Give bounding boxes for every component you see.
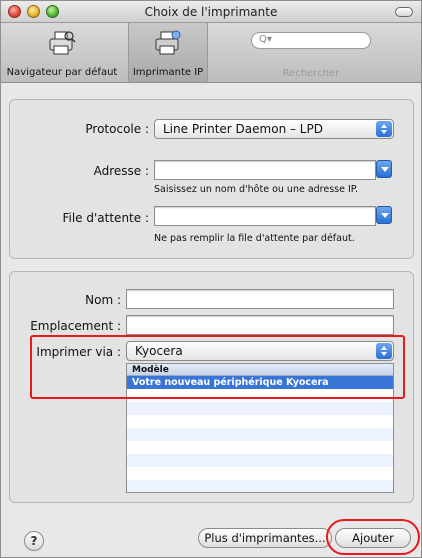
address-label: Adresse : [93, 164, 149, 178]
network-printer-icon [153, 30, 183, 56]
queue-field[interactable] [154, 206, 376, 226]
default-browser-label: Navigateur par défaut [6, 67, 118, 78]
search-icon: Q▾ [259, 34, 272, 45]
list-row-empty [127, 402, 393, 415]
location-label: Emplacement : [30, 319, 121, 333]
search-label: Rechercher [282, 68, 340, 79]
location-field[interactable] [126, 315, 394, 335]
toolbar: Navigateur par défaut Imprimante IP Q▾ R… [1, 23, 421, 83]
list-row-empty [127, 467, 393, 480]
list-row-empty [127, 480, 393, 492]
default-browser-tab[interactable]: Navigateur par défaut [3, 23, 121, 82]
title-bar: Choix de l'imprimante [1, 1, 421, 23]
protocol-value: Line Printer Daemon – LPD [163, 122, 323, 136]
window-title: Choix de l'imprimante [144, 5, 278, 19]
queue-history-button[interactable] [376, 206, 392, 224]
ip-printer-tab[interactable]: Imprimante IP [128, 23, 208, 82]
protocol-label: Protocole : [85, 122, 149, 136]
more-printers-button[interactable]: Plus d'imprimantes... [198, 528, 332, 548]
protocol-popup[interactable]: Line Printer Daemon – LPD [154, 119, 394, 139]
toolbar-toggle-button[interactable] [395, 7, 413, 17]
printer-browser-window: Choix de l'imprimante Navigateur par déf… [0, 0, 422, 558]
search-input[interactable]: Q▾ [251, 32, 371, 49]
help-button[interactable]: ? [24, 531, 44, 551]
highlight-print-using-box [30, 335, 405, 399]
list-row-empty [127, 428, 393, 441]
ip-printer-label: Imprimante IP [132, 67, 204, 78]
queue-label: File d'attente : [62, 211, 149, 225]
highlight-add-button-oval [326, 519, 420, 555]
list-row-empty [127, 415, 393, 428]
list-row-empty [127, 441, 393, 454]
popup-arrows-icon [376, 121, 392, 137]
queue-hint: Ne pas remplir la file d'attente par déf… [154, 233, 355, 244]
printer-icon [47, 30, 77, 56]
address-hint: Saisissez un nom d'hôte ou une adresse I… [154, 184, 359, 195]
name-field[interactable] [126, 289, 394, 309]
address-history-button[interactable] [376, 160, 392, 178]
list-row-empty [127, 454, 393, 467]
name-label: Nom : [85, 293, 121, 307]
address-field[interactable] [154, 160, 376, 180]
